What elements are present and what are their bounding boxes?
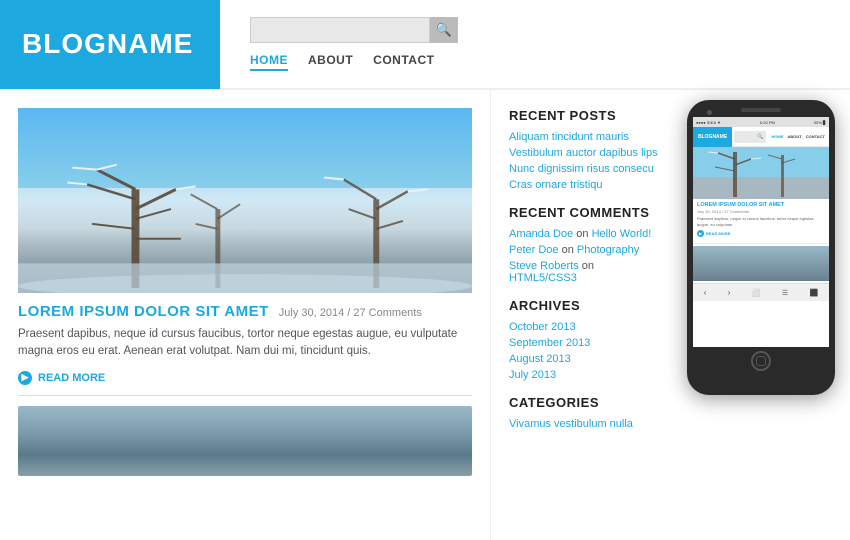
phone-nav-about[interactable]: ABOUT xyxy=(788,134,802,139)
archive-2[interactable]: September 2013 xyxy=(509,337,662,349)
nav-contact[interactable]: CONTACT xyxy=(373,53,434,71)
comment-3: Steve Roberts on HTML5/CSS3 xyxy=(509,260,662,284)
recent-posts-title: RECENT POSTS xyxy=(509,108,662,123)
phone-logo: BLOGNAME xyxy=(693,127,732,147)
phone-search[interactable]: 🔍 xyxy=(734,131,765,143)
phone-read-more-arrow: ▶ xyxy=(697,230,704,237)
comment-1-author: Amanda Doe xyxy=(509,228,573,240)
nav-home[interactable]: HOME xyxy=(250,53,288,71)
nav-about[interactable]: ABOUT xyxy=(308,53,353,71)
blog-section: LOREM IPSUM DOLOR SIT AMET July 30, 2014… xyxy=(0,90,490,540)
recent-posts-section: RECENT POSTS Aliquam tincidunt mauris Ve… xyxy=(509,108,662,191)
recent-post-2[interactable]: Vestibulum auctor dapibus lips xyxy=(509,147,662,159)
comment-2-link[interactable]: Photography xyxy=(577,244,639,256)
phone-speaker xyxy=(741,108,781,112)
phone-battery: 90% ▊ xyxy=(814,120,826,125)
comment-3-author: Steve Roberts xyxy=(509,260,579,272)
sidebar: RECENT POSTS Aliquam tincidunt mauris Ve… xyxy=(490,90,680,540)
phone-back-icon[interactable]: ‹ xyxy=(704,288,707,297)
comment-2: Peter Doe on Photography xyxy=(509,244,662,256)
phone-home-button[interactable] xyxy=(751,351,771,371)
archives-section: ARCHIVES October 2013 September 2013 Aug… xyxy=(509,298,662,381)
logo-text: BLOGNAME xyxy=(22,28,193,60)
recent-comments-section: RECENT COMMENTS Amanda Doe on Hello Worl… xyxy=(509,205,662,284)
recent-comments-title: RECENT COMMENTS xyxy=(509,205,662,220)
phone-nav-home[interactable]: HOME xyxy=(772,134,784,139)
archive-4[interactable]: July 2013 xyxy=(509,369,662,381)
post-date: July 30, 2014 / 27 Comments xyxy=(279,307,422,319)
comment-2-author: Peter Doe xyxy=(509,244,559,256)
phone-forward-icon[interactable]: › xyxy=(728,288,731,297)
main-area: LOREM IPSUM DOLOR SIT AMET July 30, 2014… xyxy=(0,90,850,540)
recent-post-4[interactable]: Cras ornare tristiqu xyxy=(509,179,662,191)
search-input[interactable] xyxy=(250,17,430,43)
comment-1: Amanda Doe on Hello World! xyxy=(509,228,662,240)
search-icon: 🔍 xyxy=(436,22,452,38)
phone-post-title: LOREM IPSUM DOLOR SIT AMET xyxy=(693,199,829,209)
archive-1[interactable]: October 2013 xyxy=(509,321,662,333)
comment-1-link[interactable]: Hello World! xyxy=(592,228,652,240)
phone-search-icon: 🔍 xyxy=(757,134,763,140)
phone: ●●●● IDEA ▼ 6:20 PM 90% ▊ BLOGNAME 🔍 HOM… xyxy=(687,100,835,395)
phone-post-date: July 30, 2014 / 27 Comments xyxy=(693,209,829,216)
phone-share-icon[interactable]: ⬜ xyxy=(752,289,761,297)
phone-home-inner xyxy=(756,356,766,366)
phone-signal: ●●●● IDEA ▼ xyxy=(696,120,721,125)
category-1[interactable]: Vivamus vestibulum nulla xyxy=(509,418,662,430)
header-right: 🔍 HOME ABOUT CONTACT xyxy=(220,17,850,71)
post-title: LOREM IPSUM DOLOR SIT AMET xyxy=(18,303,269,320)
header: BLOGNAME 🔍 HOME ABOUT CONTACT xyxy=(0,0,850,90)
phone-second-image xyxy=(693,246,829,281)
post-excerpt: Praesent dapibus, neque id cursus faucib… xyxy=(18,326,472,361)
phone-nav: HOME ABOUT CONTACT xyxy=(768,134,830,139)
comment-3-link[interactable]: HTML5/CSS3 xyxy=(509,272,577,284)
phone-read-more[interactable]: ▶ READ MORE xyxy=(693,230,829,241)
phone-tabs-icon[interactable]: ☰ xyxy=(782,289,788,297)
phone-status-bar: ●●●● IDEA ▼ 6:20 PM 90% ▊ xyxy=(693,117,829,127)
phone-post-text: Praesent dapibus, neque id cursus faucib… xyxy=(693,216,829,230)
archives-title: ARCHIVES xyxy=(509,298,662,313)
phone-bottom-bar: ‹ › ⬜ ☰ ⬛ xyxy=(693,283,829,301)
phone-divider xyxy=(693,243,829,244)
read-more-label: READ MORE xyxy=(38,372,105,384)
archive-3[interactable]: August 2013 xyxy=(509,353,662,365)
phone-post-image xyxy=(693,147,829,199)
recent-post-3[interactable]: Nunc dignissim risus consecu xyxy=(509,163,662,175)
logo-block: BLOGNAME xyxy=(0,0,220,89)
categories-title: CATEGORIES xyxy=(509,395,662,410)
categories-section: CATEGORIES Vivamus vestibulum nulla xyxy=(509,395,662,430)
phone-nav-contact[interactable]: CONTACT xyxy=(806,134,825,139)
read-more-link[interactable]: ▶ READ MORE xyxy=(18,371,472,385)
search-button[interactable]: 🔍 xyxy=(430,17,458,43)
recent-post-1[interactable]: Aliquam tincidunt mauris xyxy=(509,131,662,143)
post-meta: LOREM IPSUM DOLOR SIT AMET July 30, 2014… xyxy=(18,303,472,320)
phone-bookmarks-icon[interactable]: ⬛ xyxy=(810,289,819,297)
search-bar: 🔍 xyxy=(250,17,850,43)
phone-time: 6:20 PM xyxy=(760,120,775,125)
phone-camera-icon xyxy=(707,110,712,115)
phone-header: BLOGNAME 🔍 HOME ABOUT CONTACT xyxy=(693,127,829,147)
second-post-image xyxy=(18,406,472,476)
phone-screen: ●●●● IDEA ▼ 6:20 PM 90% ▊ BLOGNAME 🔍 HOM… xyxy=(693,117,829,347)
phone-mockup: ●●●● IDEA ▼ 6:20 PM 90% ▊ BLOGNAME 🔍 HOM… xyxy=(680,90,850,540)
nav: HOME ABOUT CONTACT xyxy=(250,53,850,71)
post-divider xyxy=(18,395,472,396)
phone-read-more-label: READ MORE xyxy=(706,231,730,236)
read-more-arrow-icon: ▶ xyxy=(18,371,32,385)
featured-image xyxy=(18,108,472,293)
